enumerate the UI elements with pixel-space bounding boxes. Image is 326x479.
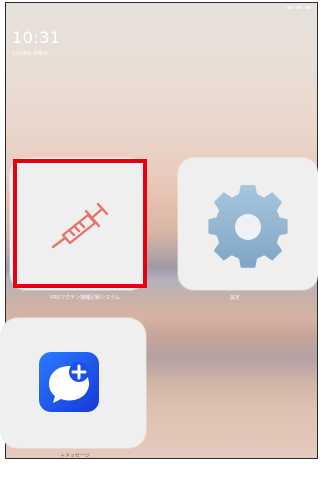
app-label-vaccine-record: VRSワクチン接種記録システム bbox=[50, 295, 120, 301]
message-plus-icon bbox=[33, 352, 105, 412]
syringe-icon bbox=[45, 195, 115, 255]
clock-date: 5月28日 日曜日 bbox=[12, 51, 49, 57]
wifi-icon bbox=[296, 6, 302, 9]
signal-icon bbox=[287, 6, 293, 9]
screenshot-frame: 10:31 5月28日 日曜日 VRSワクチン接種記録システム 設定 ＋メッセー… bbox=[0, 0, 326, 479]
clock-time: 10:31 bbox=[12, 28, 61, 47]
app-label-plus-message: ＋メッセージ bbox=[60, 453, 90, 459]
battery-icon bbox=[305, 6, 311, 9]
gear-icon bbox=[198, 182, 298, 272]
status-bar-icons bbox=[287, 6, 311, 9]
app-label-settings: 設定 bbox=[229, 295, 240, 301]
